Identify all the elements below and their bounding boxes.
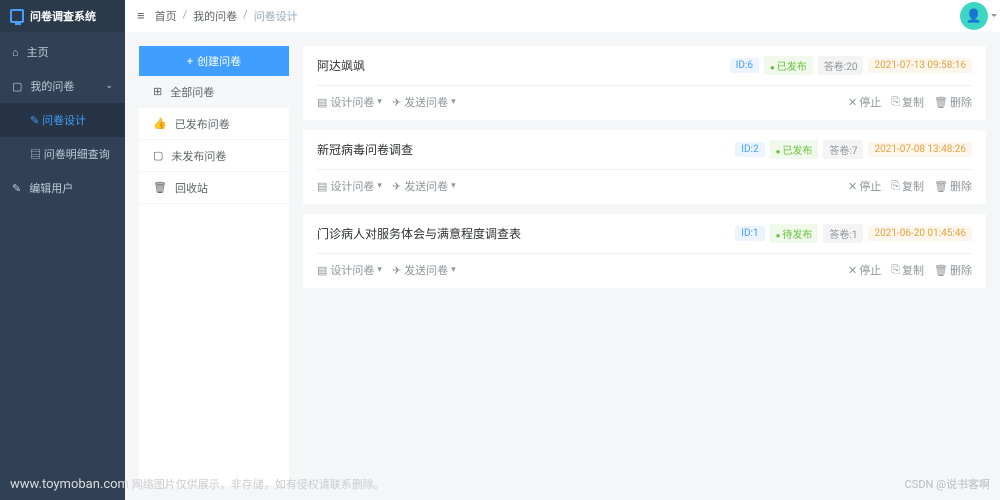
footer-text: 网络图片仅供展示，非存储，如有侵权请联系删除。 <box>132 478 385 491</box>
edit-icon: ✎ <box>30 114 39 127</box>
delete-button[interactable]: 🗑 删除 <box>934 178 972 194</box>
breadcrumb: 首页/ 我的问卷/ 问卷设计 <box>155 8 298 24</box>
create-survey-button[interactable]: +创建问卷 <box>139 46 289 76</box>
survey-card: 阿达飒飒 ID:6 已发布 答卷:20 2021-07-13 09:58:16 … <box>303 46 986 120</box>
status-badge: 待发布 <box>770 224 819 243</box>
copy-button[interactable]: ⎘ 复制 <box>891 262 924 278</box>
send-icon: ✈ <box>392 180 401 193</box>
document-icon: ▢ <box>12 80 22 93</box>
survey-title: 门诊病人对服务体会与满意程度调查表 <box>317 225 730 242</box>
user-icon: 👤 <box>966 9 982 24</box>
send-menu[interactable]: ✈发送问卷 <box>392 262 456 278</box>
stop-button[interactable]: ✕ 停止 <box>848 94 881 110</box>
side-panel: +创建问卷 ⊞全部问卷 👍已发布问卷 ▢未发布问卷 🗑回收站 <box>139 46 289 486</box>
time-badge: 2021-07-13 09:58:16 <box>868 58 972 73</box>
footer: www.toymoban.com 网络图片仅供展示，非存储，如有侵权请联系删除。… <box>10 476 385 492</box>
dashboard-icon: ⌂ <box>12 46 19 59</box>
send-icon: ✈ <box>392 264 401 277</box>
sidebar: 问卷调查系统 ⌂主页 ▢我的问卷⌄ ✎ 问卷设计 ▤ 问卷明细查询 ✎编辑用户 <box>0 0 125 500</box>
breadcrumb-current: 问卷设计 <box>254 8 298 24</box>
status-badge: 已发布 <box>764 56 813 75</box>
nav-survey-detail[interactable]: ▤ 问卷明细查询 <box>0 137 125 171</box>
topbar: ≡ 首页/ 我的问卷/ 问卷设计 👤 <box>125 0 1000 32</box>
nav: ⌂主页 ▢我的问卷⌄ ✎ 问卷设计 ▤ 问卷明细查询 ✎编辑用户 <box>0 32 125 205</box>
send-menu[interactable]: ✈发送问卷 <box>392 94 456 110</box>
edit-icon: ✎ <box>12 182 21 195</box>
folder-icon: ⊞ <box>153 85 162 98</box>
breadcrumb-mine[interactable]: 我的问卷 <box>193 8 237 24</box>
send-menu[interactable]: ✈发送问卷 <box>392 178 456 194</box>
copy-button[interactable]: ⎘ 复制 <box>891 178 924 194</box>
stop-button[interactable]: ✕ 停止 <box>848 262 881 278</box>
plus-icon: + <box>187 55 193 68</box>
send-icon: ✈ <box>392 96 401 109</box>
count-badge: 答卷:7 <box>823 140 863 159</box>
delete-button[interactable]: 🗑 删除 <box>934 94 972 110</box>
nav-survey-design[interactable]: ✎ 问卷设计 <box>0 103 125 137</box>
trash-icon: 🗑 <box>153 181 167 194</box>
content: +创建问卷 ⊞全部问卷 👍已发布问卷 ▢未发布问卷 🗑回收站 阿达飒飒 ID:6… <box>125 32 1000 500</box>
main: ≡ 首页/ 我的问卷/ 问卷设计 👤 +创建问卷 ⊞全部问卷 👍已发布问卷 ▢未… <box>125 0 1000 500</box>
count-badge: 答卷:1 <box>823 224 863 243</box>
survey-list: 阿达飒飒 ID:6 已发布 答卷:20 2021-07-13 09:58:16 … <box>303 46 986 486</box>
count-badge: 答卷:20 <box>818 56 864 75</box>
thumb-icon: 👍 <box>153 117 167 130</box>
logo: 问卷调查系统 <box>0 0 125 32</box>
panel-all[interactable]: ⊞全部问卷 <box>139 76 289 108</box>
doc-icon: ▤ <box>317 180 327 193</box>
survey-card: 门诊病人对服务体会与满意程度调查表 ID:1 待发布 答卷:1 2021-06-… <box>303 214 986 288</box>
doc-icon: ▤ <box>317 264 327 277</box>
survey-title: 新冠病毒问卷调查 <box>317 141 730 158</box>
menu-toggle-icon[interactable]: ≡ <box>137 8 145 24</box>
nav-my-surveys[interactable]: ▢我的问卷⌄ <box>0 69 125 103</box>
id-badge: ID:2 <box>735 142 764 157</box>
copy-button[interactable]: ⎘ 复制 <box>891 94 924 110</box>
survey-card: 新冠病毒问卷调查 ID:2 已发布 答卷:7 2021-07-08 13:48:… <box>303 130 986 204</box>
doc-icon: ▢ <box>153 149 163 162</box>
design-menu[interactable]: ▤设计问卷 <box>317 94 382 110</box>
monitor-icon <box>10 9 24 23</box>
nav-home[interactable]: ⌂主页 <box>0 35 125 69</box>
panel-unpublished[interactable]: ▢未发布问卷 <box>139 140 289 172</box>
breadcrumb-home[interactable]: 首页 <box>155 8 177 24</box>
survey-title: 阿达飒飒 <box>317 57 725 74</box>
chevron-down-icon: ⌄ <box>105 81 113 91</box>
panel-published[interactable]: 👍已发布问卷 <box>139 108 289 140</box>
footer-credit: CSDN @说书客啊 <box>905 476 990 492</box>
delete-button[interactable]: 🗑 删除 <box>934 262 972 278</box>
nav-edit-user[interactable]: ✎编辑用户 <box>0 171 125 205</box>
time-badge: 2021-07-08 13:48:26 <box>868 142 972 157</box>
status-badge: 已发布 <box>770 140 819 159</box>
design-menu[interactable]: ▤设计问卷 <box>317 262 382 278</box>
doc-icon: ▤ <box>317 96 327 109</box>
time-badge: 2021-06-20 01:45:46 <box>868 226 972 241</box>
id-badge: ID:1 <box>735 226 764 241</box>
stop-button[interactable]: ✕ 停止 <box>848 178 881 194</box>
watermark: www.toymoban.com <box>10 477 129 492</box>
design-menu[interactable]: ▤设计问卷 <box>317 178 382 194</box>
app-title: 问卷调查系统 <box>30 8 96 24</box>
avatar[interactable]: 👤 <box>960 2 988 30</box>
id-badge: ID:6 <box>730 58 759 73</box>
list-icon: ▤ <box>30 148 41 161</box>
panel-trash[interactable]: 🗑回收站 <box>139 172 289 204</box>
